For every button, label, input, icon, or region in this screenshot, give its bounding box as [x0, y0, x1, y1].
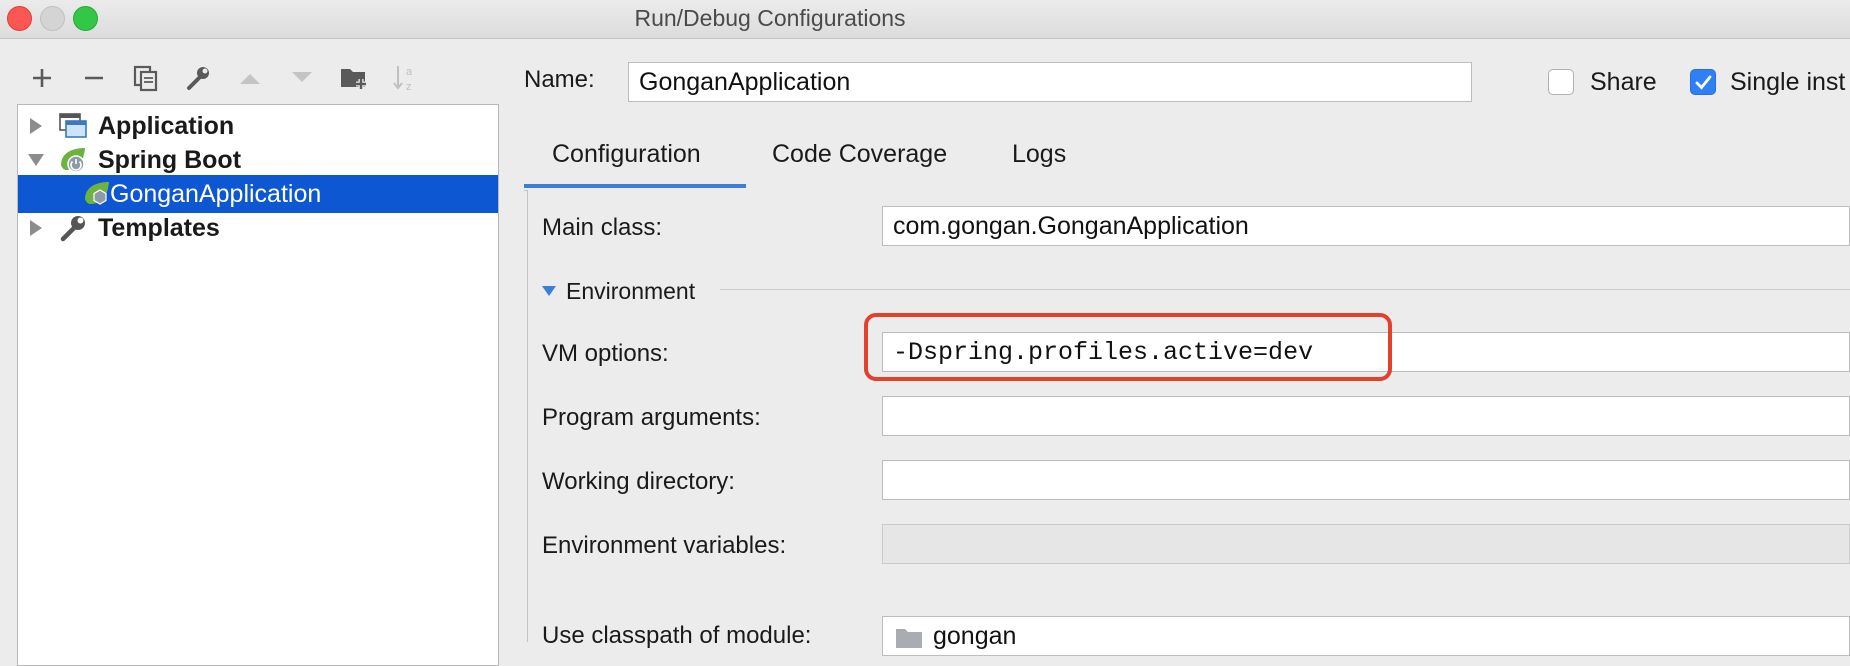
tree-item-label: Application — [98, 111, 235, 140]
spring-boot-icon — [61, 148, 85, 173]
add-button[interactable] — [20, 56, 64, 100]
name-input[interactable] — [628, 62, 1472, 102]
configuration-tree: Application Spring Boot GonganApplicatio… — [17, 104, 499, 666]
add-icon — [33, 69, 51, 87]
wrench-icon — [60, 216, 85, 242]
collapse-arrow-icon[interactable] — [28, 154, 44, 166]
application-icon — [59, 113, 87, 138]
tree-item-label: GonganApplication — [110, 179, 322, 208]
sort-button[interactable]: az — [384, 56, 428, 100]
expand-arrow-icon[interactable] — [30, 220, 42, 236]
wrench-icon — [187, 67, 209, 90]
edit-defaults-button[interactable] — [176, 56, 220, 100]
classpath-module-select[interactable]: gongan — [882, 616, 1850, 656]
new-folder-button[interactable] — [332, 56, 376, 100]
move-down-icon — [292, 72, 312, 82]
tree-item-spring-boot[interactable]: Spring Boot — [18, 141, 498, 179]
module-folder-icon — [896, 629, 922, 648]
expand-arrow-icon[interactable] — [30, 118, 42, 134]
tab-code-coverage[interactable]: Code Coverage — [772, 140, 947, 169]
copy-icon — [133, 65, 158, 92]
environment-variables-label: Environment variables: — [542, 532, 787, 559]
title-bar: Run/Debug Configurations — [0, 0, 1850, 39]
svg-text:z: z — [406, 81, 412, 93]
tree-item-application[interactable]: Application — [18, 107, 498, 145]
share-label: Share — [1590, 68, 1657, 96]
svg-text:a: a — [406, 66, 413, 78]
remove-button[interactable] — [72, 56, 116, 100]
sort-icon: az — [393, 66, 413, 93]
environment-variables-input[interactable] — [882, 524, 1850, 564]
new-folder-icon — [341, 69, 366, 89]
window-title: Run/Debug Configurations — [634, 5, 906, 31]
copy-button[interactable] — [124, 56, 168, 100]
share-checkbox[interactable] — [1548, 69, 1574, 95]
classpath-module-value: gongan — [933, 621, 1017, 650]
tab-configuration[interactable]: Configuration — [552, 140, 701, 169]
tab-logs[interactable]: Logs — [1012, 140, 1066, 169]
environment-section-header[interactable]: Environment — [566, 278, 695, 305]
window-title-container: Run/Debug Configurations — [0, 5, 1850, 32]
name-label: Name: — [524, 66, 595, 93]
remove-icon — [85, 76, 103, 80]
program-arguments-label: Program arguments: — [542, 404, 761, 431]
active-tab-indicator — [524, 184, 746, 188]
move-down-button[interactable] — [280, 56, 324, 100]
single-instance-label: Single inst — [1730, 68, 1846, 96]
checkmark-icon — [1695, 75, 1712, 90]
program-arguments-input[interactable] — [882, 396, 1850, 436]
classpath-module-label: Use classpath of module: — [542, 622, 812, 649]
annotation-highlight-box — [864, 313, 1392, 381]
move-up-icon — [240, 74, 260, 84]
move-up-button[interactable] — [228, 56, 272, 100]
tree-item-label: Spring Boot — [98, 145, 242, 174]
section-divider — [720, 289, 1850, 290]
main-class-label: Main class: — [542, 214, 663, 241]
working-directory-input[interactable] — [882, 460, 1850, 500]
tree-item-templates[interactable]: Templates — [18, 209, 498, 247]
single-instance-checkbox[interactable] — [1690, 69, 1716, 95]
collapse-environment-icon[interactable] — [542, 286, 556, 296]
config-tabs: Configuration Code Coverage Logs — [524, 118, 1850, 191]
spring-boot-app-icon — [85, 182, 109, 205]
working-directory-label: Working directory: — [542, 468, 735, 495]
tree-item-gongan-application[interactable]: GonganApplication — [18, 175, 498, 213]
tree-item-label: Templates — [98, 213, 220, 242]
main-class-input[interactable]: com.gongan.GonganApplication — [882, 206, 1850, 246]
vm-options-label: VM options: — [542, 340, 669, 367]
